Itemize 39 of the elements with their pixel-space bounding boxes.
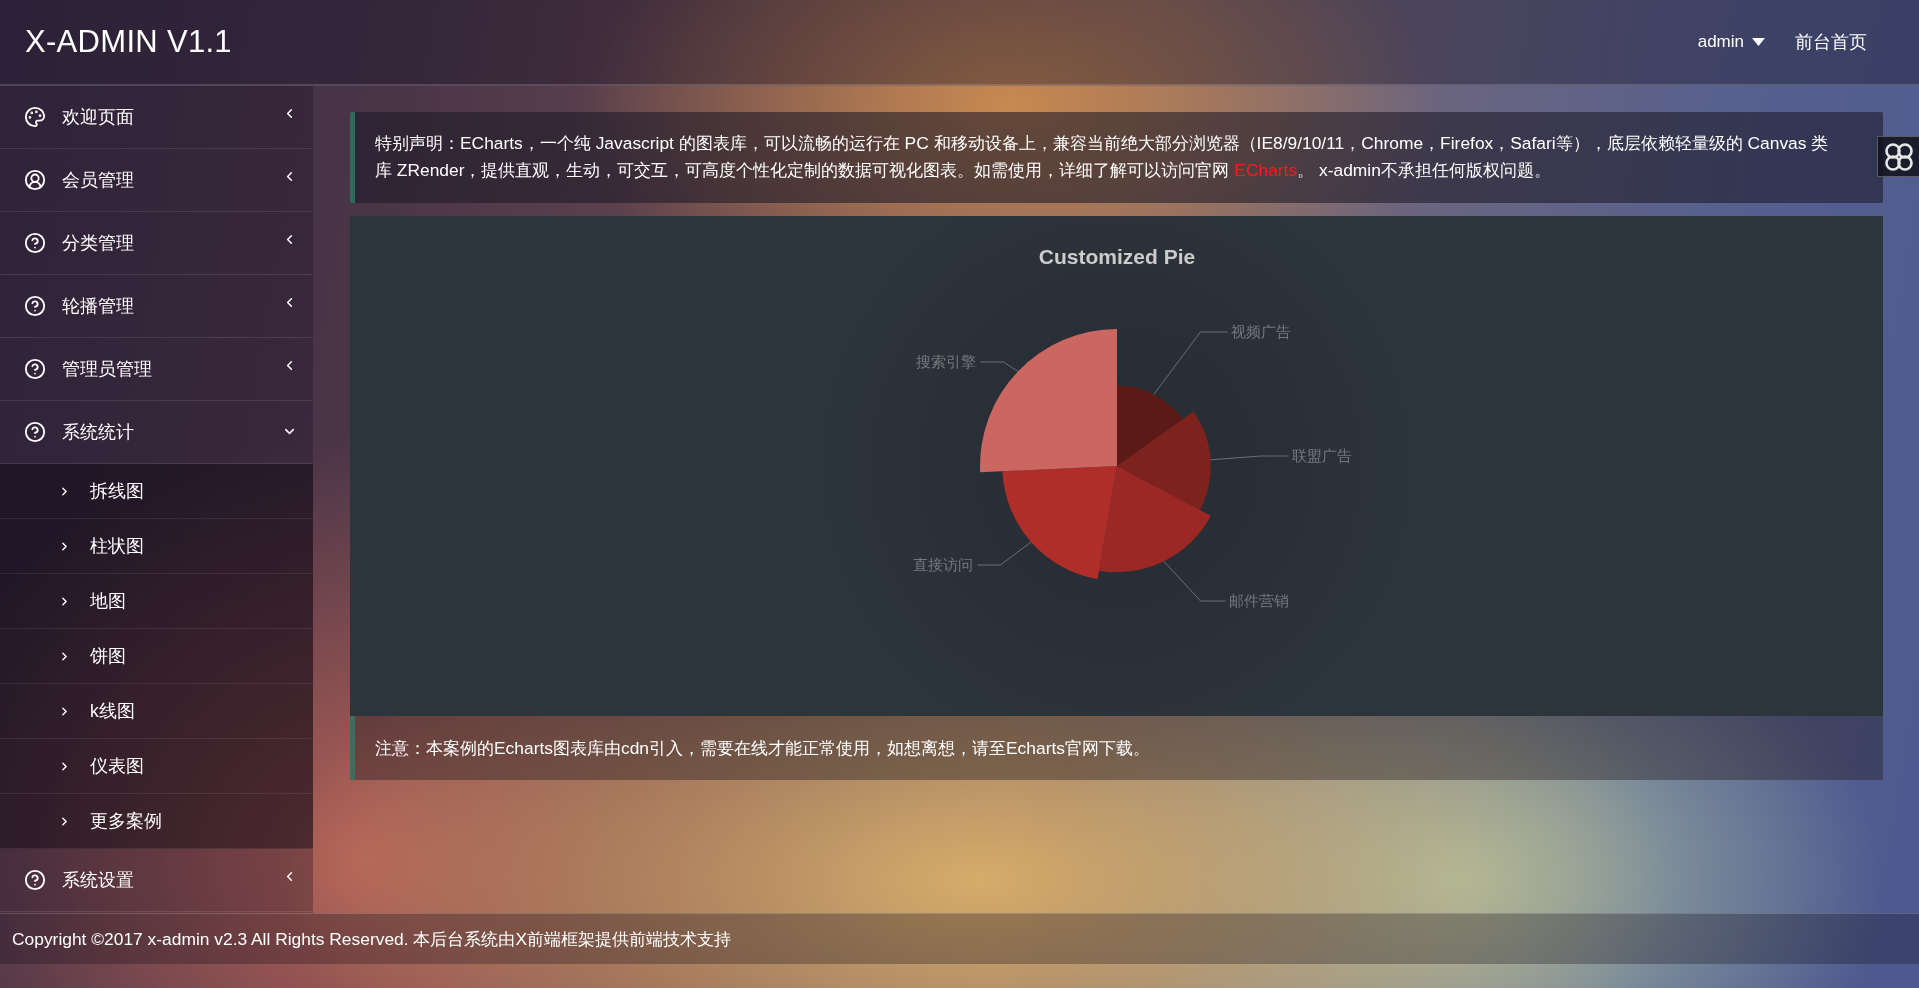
leader-line <box>979 361 1018 372</box>
slice-label: 搜索引擎 <box>915 353 976 370</box>
chart-title: Customized Pie <box>1038 245 1195 268</box>
user-circle-icon <box>24 169 46 191</box>
sidebar-item[interactable]: 系统设置 <box>0 849 313 912</box>
help-icon <box>24 869 46 891</box>
slice-label: 联盟广告 <box>1291 447 1352 464</box>
slice-label: 视频广告 <box>1230 323 1291 340</box>
sidebar-item[interactable]: 分类管理 <box>0 212 313 275</box>
sidebar-item[interactable]: 欢迎页面 <box>0 86 313 149</box>
submenu-item[interactable]: 拆线图 <box>0 464 313 519</box>
submenu-item[interactable]: 饼图 <box>0 629 313 684</box>
help-icon <box>24 232 46 254</box>
caret-down-icon <box>1752 38 1765 46</box>
leader-line <box>976 541 1032 566</box>
sidebar-item[interactable]: 轮播管理 <box>0 275 313 338</box>
sidebar-item[interactable]: 系统统计 <box>0 401 313 464</box>
sidebar-item[interactable]: 会员管理 <box>0 149 313 212</box>
help-icon <box>24 358 46 380</box>
leader-line <box>1162 560 1226 602</box>
submenu-item[interactable]: 地图 <box>0 574 313 629</box>
clover-icon <box>1882 140 1915 173</box>
sidebar-item[interactable]: 管理员管理 <box>0 338 313 401</box>
palette-icon <box>24 106 46 128</box>
user-menu-button[interactable]: admin <box>1697 32 1765 52</box>
submenu-item[interactable]: 仪表图 <box>0 739 313 794</box>
side-tool-button[interactable] <box>1877 136 1919 177</box>
home-link[interactable]: 前台首页 <box>1795 30 1867 54</box>
slice-label: 直接访问 <box>912 556 973 573</box>
help-icon <box>24 295 46 317</box>
notice-text: 特别声明：ECharts，一个纯 Javascript 的图表库，可以流畅的运行在 PC 和移动设备上，兼容当前绝大部分浏览器（IE8/9/10/11，Chrome，Firefox，Safari等），底层依赖轻量级的 Canvas 类库 ZRender，提供直观，生动，可交互，可高度个性化定制的数据可视化图表。如需使用，详细了解可以访问官网 ECharts。 x-admin不承担任何版权问题。 <box>375 132 1830 182</box>
note-text: 注意：本案例的Echarts图表库由cdn引入，需要在线才能正常使用，如想离想，请至Echarts官网下载。 <box>375 737 1150 760</box>
copyright-text: Copyright ©2017 x-admin v2.3 All Rights Reserved. 本后台系统由X前端框架提供前端技术支持 <box>12 928 731 951</box>
app-title: X-ADMIN V1.1 <box>25 24 232 60</box>
help-icon <box>24 421 46 443</box>
submenu-item[interactable]: 柱状图 <box>0 519 313 574</box>
slice-label: 邮件营销 <box>1228 592 1289 609</box>
submenu-item[interactable]: k线图 <box>0 684 313 739</box>
submenu-item[interactable]: 更多案例 <box>0 794 313 849</box>
